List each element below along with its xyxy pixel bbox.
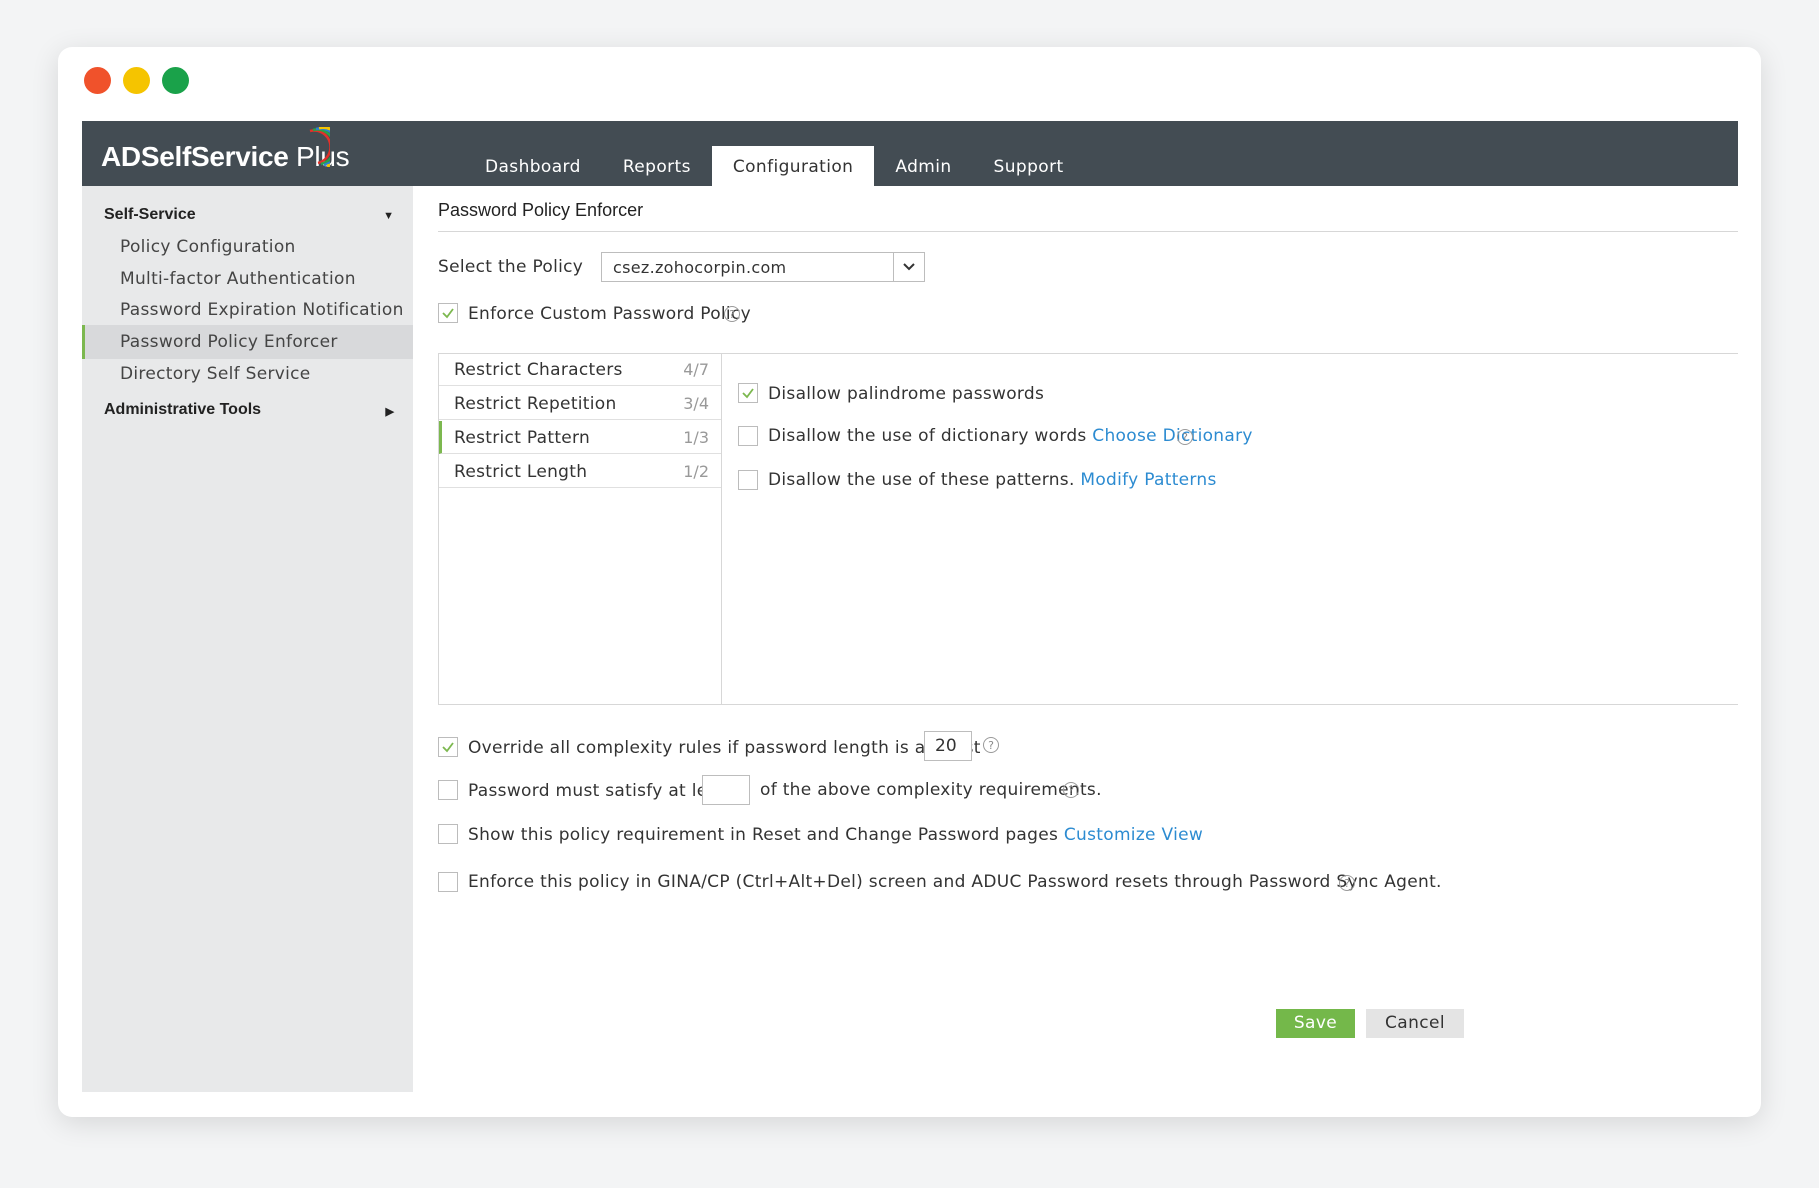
rule-count: 4/7 [683, 360, 709, 379]
satisfy-at-least-checkbox[interactable] [438, 780, 458, 800]
tab-support[interactable]: Support [973, 146, 1085, 186]
app: ADSelfService Plus Dashboard Reports Con… [82, 121, 1738, 1092]
minimize-window-icon[interactable] [123, 67, 150, 94]
tab-dashboard[interactable]: Dashboard [464, 146, 602, 186]
main-tabs: Dashboard Reports Configuration Admin Su… [464, 146, 1085, 186]
maximize-window-icon[interactable] [162, 67, 189, 94]
chevron-down-icon[interactable] [893, 253, 924, 281]
show-policy-requirement-checkbox[interactable] [438, 824, 458, 844]
cancel-button[interactable]: Cancel [1366, 1009, 1464, 1038]
checkmark-icon [442, 308, 454, 319]
satisfy-count-input[interactable] [702, 775, 750, 805]
sidebar-item-directory-self-service[interactable]: Directory Self Service [82, 357, 413, 391]
enforce-custom-policy-checkbox[interactable] [438, 303, 458, 323]
override-complexity-label: Override all complexity rules if passwor… [468, 738, 981, 758]
disallow-patterns-text: Disallow the use of these patterns. [768, 470, 1075, 490]
select-policy-label: Select the Policy [438, 257, 584, 277]
sidebar-section-administrative-tools[interactable]: Administrative Tools ▶ [104, 401, 394, 419]
help-icon[interactable]: ? [724, 306, 740, 322]
rule-item-restrict-characters[interactable]: Restrict Characters 4/7 [439, 353, 721, 386]
sidebar-item-password-policy-enforcer[interactable]: Password Policy Enforcer [82, 325, 413, 359]
tab-configuration[interactable]: Configuration [711, 146, 875, 186]
sidebar-item-policy-configuration[interactable]: Policy Configuration [82, 230, 413, 264]
caret-down-icon: ▼ [383, 210, 394, 222]
tab-admin[interactable]: Admin [874, 146, 972, 186]
rule-name: Restrict Characters [454, 360, 623, 380]
sidebar: Self-Service ▼ Policy Configuration Mult… [82, 186, 413, 1092]
policy-select[interactable]: csez.zohocorpin.com [601, 252, 925, 282]
sidebar-section-label: Self-Service [104, 206, 196, 223]
satisfy-requirements-label: of the above complexity requirements. [760, 780, 1102, 800]
window-controls [84, 67, 189, 94]
rule-count: 1/3 [683, 428, 709, 447]
disallow-patterns-checkbox[interactable] [738, 470, 758, 490]
enforce-gina-checkbox[interactable] [438, 872, 458, 892]
disallow-palindrome-checkbox[interactable] [738, 383, 758, 403]
sidebar-section-self-service[interactable]: Self-Service ▼ [104, 206, 394, 224]
disallow-dictionary-text: Disallow the use of dictionary words [768, 426, 1087, 446]
caret-right-icon: ▶ [385, 406, 394, 418]
checkmark-icon [742, 388, 754, 399]
checkmark-icon [442, 742, 454, 753]
customize-view-link[interactable]: Customize View [1064, 825, 1203, 845]
override-length-input[interactable]: 20 [924, 731, 972, 761]
disallow-patterns-label: Disallow the use of these patterns. Modi… [768, 470, 1217, 490]
close-window-icon[interactable] [84, 67, 111, 94]
rule-item-restrict-pattern[interactable]: Restrict Pattern 1/3 [439, 421, 721, 454]
enforce-gina-label: Enforce this policy in GINA/CP (Ctrl+Alt… [468, 872, 1442, 892]
page-title: Password Policy Enforcer [438, 200, 644, 220]
override-complexity-checkbox[interactable] [438, 737, 458, 757]
rule-count: 3/4 [683, 394, 709, 413]
satisfy-at-least-label: Password must satisfy at least [468, 781, 735, 801]
main-content: Password Policy Enforcer Select the Poli… [438, 186, 1738, 1092]
logo-arc-icon [309, 127, 330, 167]
help-icon[interactable]: ? [1063, 782, 1079, 798]
top-navigation-bar: ADSelfService Plus Dashboard Reports Con… [82, 121, 1738, 186]
rule-name: Restrict Pattern [454, 428, 591, 448]
help-icon[interactable]: ? [983, 737, 999, 753]
disallow-dictionary-checkbox[interactable] [738, 426, 758, 446]
panel-bottom-divider [438, 704, 1738, 705]
logo-text-main: ADSelfService [101, 141, 289, 172]
enforce-custom-policy-label: Enforce Custom Password Policy [468, 304, 751, 324]
rule-categories-list: Restrict Characters 4/7 Restrict Repetit… [438, 353, 722, 704]
sidebar-section-label: Administrative Tools [104, 401, 262, 418]
sidebar-item-password-expiration-notification[interactable]: Password Expiration Notification [82, 293, 413, 327]
rule-name: Restrict Repetition [454, 394, 617, 414]
rule-item-restrict-length[interactable]: Restrict Length 1/2 [439, 455, 721, 488]
sidebar-item-multi-factor-authentication[interactable]: Multi-factor Authentication [82, 262, 413, 296]
rule-count: 1/2 [683, 462, 709, 481]
modify-patterns-link[interactable]: Modify Patterns [1080, 470, 1216, 490]
save-button[interactable]: Save [1276, 1009, 1355, 1038]
disallow-palindrome-label: Disallow palindrome passwords [768, 384, 1045, 404]
help-icon[interactable]: ? [1177, 429, 1193, 445]
policy-select-value: csez.zohocorpin.com [613, 258, 787, 277]
title-divider [438, 231, 1738, 232]
choose-dictionary-link[interactable]: Choose Dictionary [1092, 426, 1252, 446]
show-policy-requirement-text: Show this policy requirement in Reset an… [468, 825, 1059, 845]
help-icon[interactable]: ? [1339, 875, 1355, 891]
rule-item-restrict-repetition[interactable]: Restrict Repetition 3/4 [439, 387, 721, 420]
tab-reports[interactable]: Reports [602, 146, 712, 186]
show-policy-requirement-label: Show this policy requirement in Reset an… [468, 825, 1203, 845]
rule-name: Restrict Length [454, 462, 588, 482]
browser-window: ADSelfService Plus Dashboard Reports Con… [58, 47, 1761, 1117]
